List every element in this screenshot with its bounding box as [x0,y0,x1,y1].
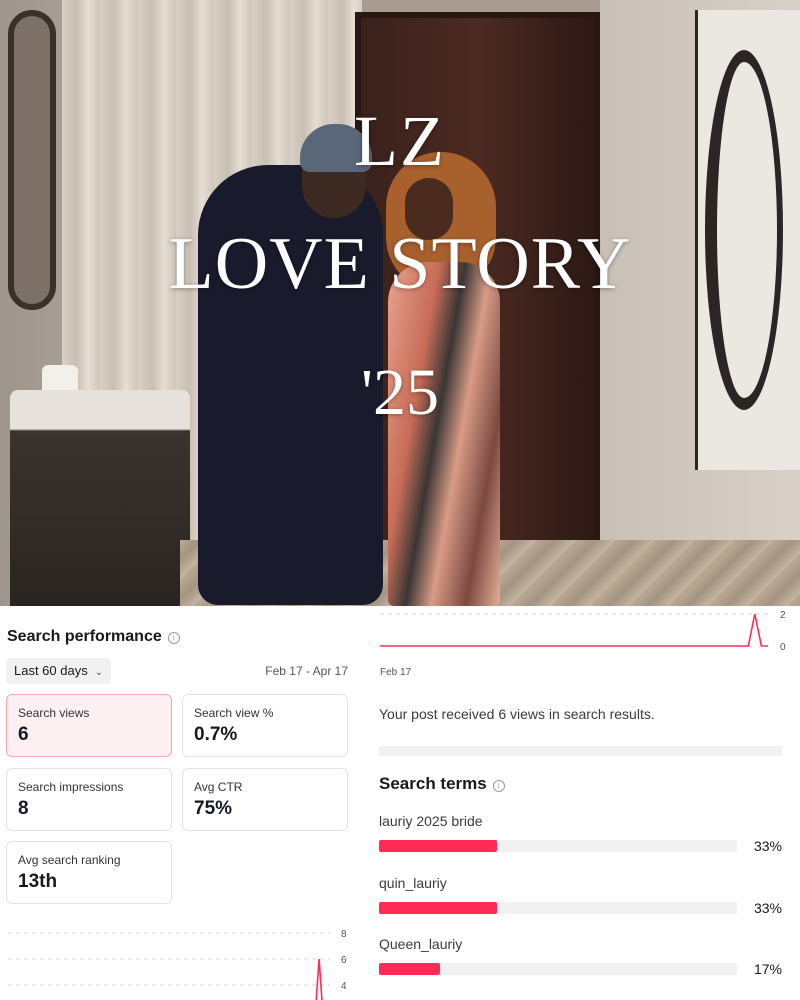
poster-title-line1: LZ [354,101,446,181]
y-tick-label: 6 [341,955,347,966]
metric-value: 6 [18,724,29,745]
search-term-bar [379,902,498,914]
search-term-name: Queen_lauriy [379,936,463,952]
info-icon[interactable]: i [492,780,505,792]
search-term-percent: 33% [753,838,782,854]
search-terms-label: Search terms [379,774,487,793]
search-term-percent: 17% [753,961,782,977]
chevron-down-icon: ⌄ [94,667,104,678]
metric-label: Search impressions [18,780,124,794]
series-line [380,613,768,647]
search-views-chart-top: 20 [380,610,786,653]
right-panel: 20 Feb 17 Your post received 6 views in … [360,606,800,1000]
search-term-row: quin_lauriy 33% [379,875,782,921]
metric-value: 13th [18,871,58,892]
search-term-bar-track [379,902,737,914]
y-tick-label: 4 [341,981,347,992]
series-line [315,958,323,1000]
search-summary-text: Your post received 6 views in search res… [379,706,655,722]
poster-title-line2: LOVE STORY [168,223,632,305]
y-tick-label: 2 [780,610,786,621]
metric-card-search-views[interactable]: Search views 6 [6,694,172,757]
search-performance-title: Search performance i [7,628,180,646]
section-divider [379,746,782,756]
search-term-percent: 33% [753,900,782,916]
search-performance-label: Search performance [7,628,162,645]
search-terms-title: Search terms i [379,774,505,794]
metric-label: Search view % [194,706,274,720]
metric-card-search-impressions[interactable]: Search impressions 8 [6,768,172,831]
date-range-dropdown[interactable]: Last 60 days ⌄ [6,658,112,684]
y-tick-label: 8 [341,929,347,940]
search-term-name: lauriy 2025 bride [379,813,483,829]
poster-title-line3: '25 [361,356,439,429]
metric-label: Avg search ranking [18,853,121,867]
woman-dress [388,262,500,606]
search-term-row: lauriy 2025 bride 33% [379,813,782,859]
metric-value: 8 [18,798,29,819]
date-range-label: Last 60 days [14,663,88,678]
search-term-row: Queen_lauriy 17% [379,936,782,982]
x-axis-start-label: Feb 17 [380,667,412,678]
metric-value: 75% [194,798,233,819]
metric-label: Search views [18,706,90,720]
metric-card-search-view-percent[interactable]: Search view % 0.7% [182,694,348,757]
search-term-name: quin_lauriy [379,875,447,891]
search-performance-panel: Search performance i Last 60 days ⌄ Feb 17… [0,606,360,1000]
metric-label: Avg CTR [194,780,243,794]
date-range-text: Feb 17 - Apr 17 [265,664,348,678]
metric-card-avg-search-ranking[interactable]: Avg search ranking 13th [6,841,172,904]
search-views-chart-bottom: 8 6 4 [8,929,347,1000]
search-term-bar-track [379,840,737,852]
search-term-bar [379,963,440,975]
info-icon[interactable]: i [167,632,180,644]
y-tick-label: 0 [780,642,786,653]
video-poster[interactable]: LZ LOVE STORY '25 [0,0,800,606]
search-term-bar [379,840,498,852]
search-term-bar-track [379,963,737,975]
metric-card-avg-ctr[interactable]: Avg CTR 75% [182,768,348,831]
metric-value: 0.7% [194,724,238,745]
